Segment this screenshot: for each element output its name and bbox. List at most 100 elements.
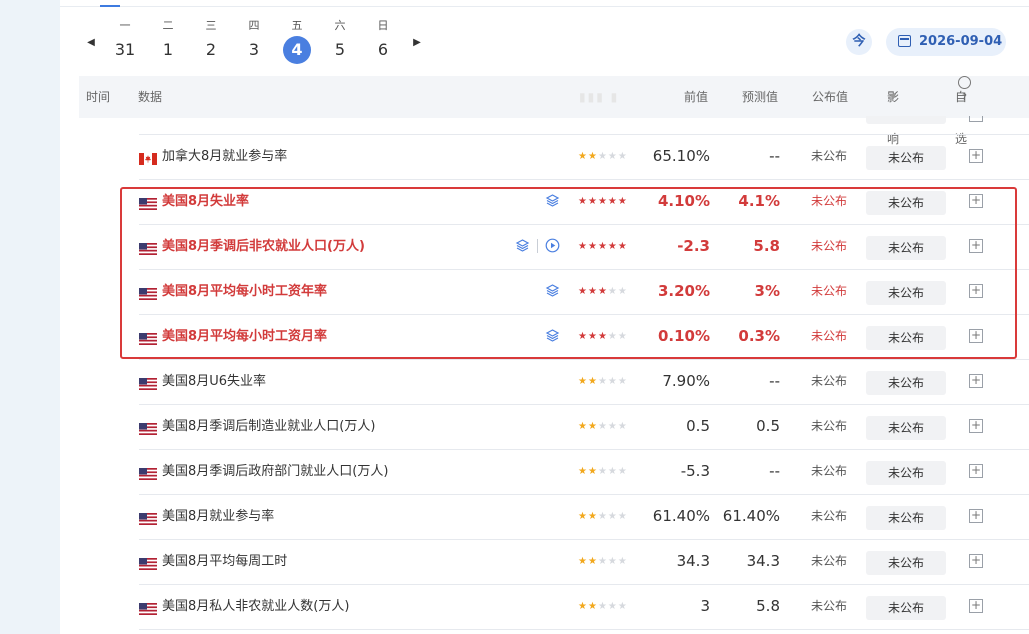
table-row[interactable]: 美国8月季调后制造业就业人口(万人) ★★★★★ 0.5 0.5 未公布 未公布 + (139, 404, 1029, 450)
add-to-watchlist-button[interactable]: + (969, 419, 983, 433)
star-filled-icon: ★ (578, 421, 588, 432)
day-wednesday[interactable]: 三 2 (194, 18, 228, 64)
header-actual: 公布值 (812, 90, 849, 104)
indicator-name[interactable]: 美国8月平均每小时工资月率 (162, 314, 327, 359)
add-to-watchlist-button[interactable]: + (969, 284, 983, 298)
next-week-arrow-icon[interactable]: ▶ (411, 36, 423, 50)
importance-stars: ★★★★★ (578, 134, 628, 179)
indicator-name[interactable]: 美国8月私人非农就业人数(万人) (162, 584, 349, 629)
day-number: 4 (283, 36, 311, 64)
actual-value: 未公布 (811, 599, 848, 613)
indicator-name[interactable]: 美国8月就业参与率 (162, 494, 274, 539)
star-empty-icon: ★ (617, 421, 628, 432)
star-filled-icon: ★ (578, 601, 588, 612)
impact-badge-stub (866, 116, 946, 124)
indicator-name[interactable]: 美国8月失业率 (162, 179, 249, 224)
play-icon[interactable] (545, 238, 560, 253)
star-filled-icon: ★ (617, 241, 628, 252)
day-number: 6 (377, 40, 389, 59)
table-row[interactable]: 美国8月平均每周工时 ★★★★★ 34.3 34.3 未公布 未公布 + (139, 539, 1029, 585)
add-to-watchlist-button[interactable]: + (969, 554, 983, 568)
importance-stars: ★★★★★ (578, 539, 628, 584)
indicator-name[interactable]: 加拿大8月就业参与率 (162, 134, 287, 179)
table-row[interactable]: 美国8月平均每小时工资月率 ★★★★★ 0.10% 0.3% 未公布 未公布 + (139, 314, 1029, 360)
star-empty-icon: ★ (607, 511, 618, 522)
indicator-name[interactable]: 美国8月季调后非农就业人口(万人) (162, 224, 365, 269)
today-button[interactable]: 今 (846, 29, 872, 55)
add-to-watchlist-button[interactable]: + (969, 329, 983, 343)
star-empty-icon: ★ (597, 421, 608, 432)
indicator-name[interactable]: 美国8月U6失业率 (162, 359, 266, 404)
table-row[interactable]: 美国8月季调后非农就业人口(万人) ★★★★★ -2.3 5.8 未公布 未公布 + (139, 224, 1029, 270)
indicator-name[interactable]: 美国8月季调后政府部门就业人口(万人) (162, 449, 388, 494)
us-flag-icon (139, 330, 157, 345)
layers-icon[interactable] (545, 193, 560, 208)
us-flag-icon (139, 195, 157, 210)
day-tuesday[interactable]: 二 1 (151, 18, 185, 64)
star-filled-icon: ★ (617, 196, 628, 207)
add-to-watchlist-button[interactable]: + (969, 374, 983, 388)
star-empty-icon: ★ (597, 556, 608, 567)
actual-value: 未公布 (811, 284, 848, 298)
prev-week-arrow-icon[interactable]: ◀ (85, 36, 97, 50)
star-empty-icon: ★ (597, 376, 608, 387)
importance-stars: ★★★★★ (578, 584, 628, 629)
actual-value: 未公布 (811, 194, 848, 208)
star-filled-icon: ★ (587, 331, 598, 342)
importance-stars: ★★★★★ (578, 359, 628, 404)
layers-icon[interactable] (545, 328, 560, 343)
previous-value: 65.10% (652, 147, 710, 165)
star-empty-icon: ★ (617, 376, 628, 387)
table-row[interactable]: 美国8月私人非农就业人数(万人) ★★★★★ 3 5.8 未公布 未公布 + (139, 584, 1029, 630)
impact-badge: 未公布 (866, 281, 946, 305)
economic-calendar-page: ◀ 一 31 二 1 三 2 四 3 五 4 六 5 日 6 ▶ 今 2026-… (0, 0, 1029, 634)
day-friday-selected[interactable]: 五 4 (280, 18, 314, 64)
previous-value: 4.10% (657, 192, 710, 210)
indicator-name[interactable]: 美国8月平均每小时工资年率 (162, 269, 327, 314)
forecast-value: 5.8 (756, 597, 780, 615)
day-thursday[interactable]: 四 3 (237, 18, 271, 64)
weekday-label: 四 (248, 19, 260, 32)
day-saturday[interactable]: 六 5 (323, 18, 357, 64)
table-header: 时间 数据 ▮▮▮ ▮ 前值 预测值 公布值 影响 ▼ 自选? (79, 76, 1029, 146)
actual-value: 未公布 (811, 239, 848, 253)
add-button-stub[interactable] (969, 116, 983, 122)
add-to-watchlist-button[interactable]: + (969, 509, 983, 523)
indicator-name[interactable]: 美国8月平均每周工时 (162, 539, 287, 584)
add-to-watchlist-button[interactable]: + (969, 149, 983, 163)
day-sunday[interactable]: 日 6 (366, 18, 400, 64)
impact-badge: 未公布 (866, 596, 946, 620)
star-empty-icon: ★ (617, 601, 628, 612)
table-row[interactable]: 美国8月U6失业率 ★★★★★ 7.90% -- 未公布 未公布 + (139, 359, 1029, 405)
layers-icon[interactable] (545, 283, 560, 298)
add-to-watchlist-button[interactable]: + (969, 464, 983, 478)
table-row[interactable]: 美国8月失业率 ★★★★★ 4.10% 4.1% 未公布 未公布 + (139, 179, 1029, 225)
help-icon[interactable]: ? (958, 76, 971, 103)
actual-value: 未公布 (811, 329, 848, 343)
layers-icon[interactable] (515, 238, 530, 253)
forecast-value: -- (769, 372, 780, 390)
star-filled-icon: ★ (597, 331, 608, 342)
table-row[interactable]: 加拿大8月就业参与率 ★★★★★ 65.10% -- 未公布 未公布 + (139, 134, 1029, 180)
calendar-icon (898, 35, 911, 47)
star-filled-icon: ★ (587, 421, 598, 432)
star-filled-icon: ★ (578, 331, 588, 342)
table-row[interactable]: 美国8月就业参与率 ★★★★★ 61.40% 61.40% 未公布 未公布 + (139, 494, 1029, 540)
star-empty-icon: ★ (607, 556, 618, 567)
star-empty-icon: ★ (617, 286, 628, 297)
forecast-value: 61.40% (722, 507, 780, 525)
add-to-watchlist-button[interactable]: + (969, 239, 983, 253)
actual-value: 未公布 (811, 419, 848, 433)
table-row[interactable]: 美国8月季调后政府部门就业人口(万人) ★★★★★ -5.3 -- 未公布 未公布 + (139, 449, 1029, 495)
star-empty-icon: ★ (607, 151, 618, 162)
date-picker-button[interactable]: 2026-09-04 (886, 28, 1006, 56)
add-to-watchlist-button[interactable]: + (969, 599, 983, 613)
star-filled-icon: ★ (578, 466, 588, 477)
add-to-watchlist-button[interactable]: + (969, 194, 983, 208)
importance-stars: ★★★★★ (578, 449, 628, 494)
indicator-name[interactable]: 美国8月季调后制造业就业人口(万人) (162, 404, 375, 449)
day-monday[interactable]: 一 31 (108, 18, 142, 64)
table-row[interactable]: 美国8月平均每小时工资年率 ★★★★★ 3.20% 3% 未公布 未公布 + (139, 269, 1029, 315)
importance-stars: ★★★★★ (578, 404, 628, 449)
forecast-value: 0.5 (756, 417, 780, 435)
